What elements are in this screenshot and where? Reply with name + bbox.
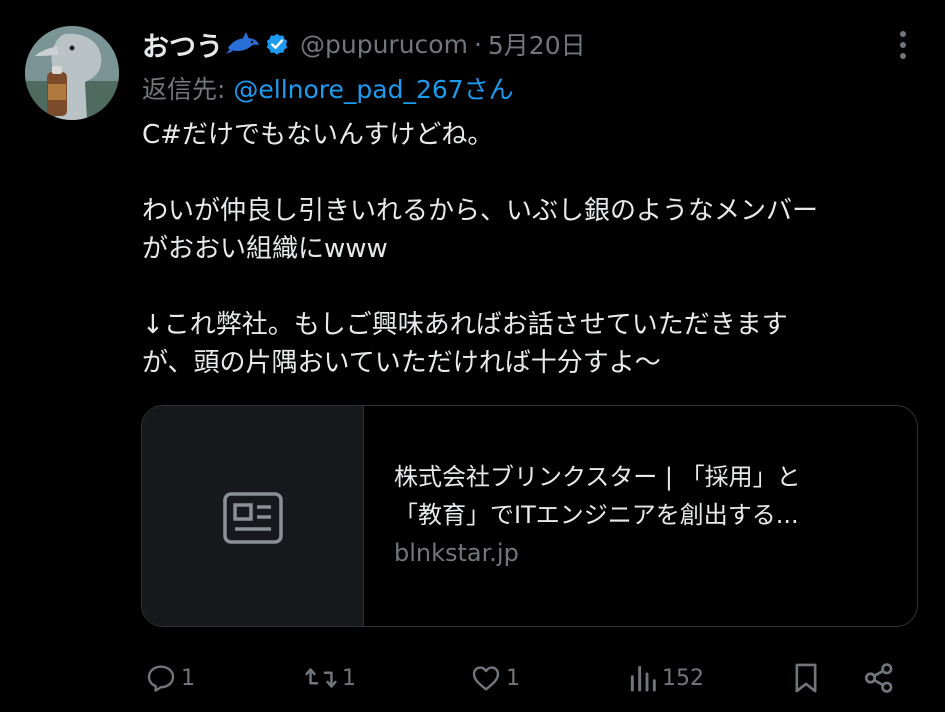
- more-options-button[interactable]: [888, 28, 918, 62]
- card-title-line: 株式会社ブリンクスター | 「採用」と: [394, 463, 801, 491]
- card-domain: blnkstar.jp: [394, 539, 519, 567]
- reply-icon: [147, 665, 175, 692]
- tweet-text-line: がおおい組織にwww: [142, 234, 388, 264]
- avatar[interactable]: [25, 26, 119, 120]
- share-icon: [864, 663, 893, 693]
- like-button[interactable]: 1: [470, 656, 520, 700]
- tweet-header: おつう @pupurucom · 5月20日: [142, 24, 586, 64]
- tweet-text-line: が、頭の片隅おいていただければ十分すよ〜: [142, 348, 661, 378]
- card-thumbnail: [142, 406, 364, 626]
- user-handle[interactable]: @pupurucom: [300, 30, 468, 59]
- bookmark-icon: [795, 663, 817, 693]
- dolphin-emoji-icon: [225, 30, 261, 58]
- views-button[interactable]: 152: [628, 656, 704, 700]
- reply-prefix: 返信先:: [142, 75, 234, 104]
- views-chart-icon: [630, 665, 656, 692]
- article-icon: [223, 492, 283, 544]
- link-card[interactable]: 株式会社ブリンクスター | 「採用」と 「教育」でITエンジニアを創出する...…: [141, 405, 918, 627]
- reply-button[interactable]: 1: [145, 656, 195, 700]
- repost-button[interactable]: 1: [304, 656, 356, 700]
- tweet-date[interactable]: 5月20日: [488, 26, 586, 62]
- repost-icon: [305, 668, 337, 688]
- display-name[interactable]: おつう: [142, 25, 223, 64]
- bookmark-button[interactable]: [790, 656, 822, 700]
- action-bar: 1 1 1 152: [0, 656, 945, 700]
- card-body: 株式会社ブリンクスター | 「採用」と 「教育」でITエンジニアを創出する...…: [394, 458, 904, 572]
- verified-badge-icon: [264, 31, 290, 57]
- more-icon: [900, 31, 906, 59]
- like-count: 1: [506, 665, 520, 691]
- tweet-text-line: ↓これ弊社。もしご興味あればお話させていただきます: [142, 310, 788, 340]
- reply-context: 返信先: @ellnore_pad_267さん: [142, 70, 514, 106]
- separator-dot: ·: [473, 29, 482, 59]
- tweet-text-line: わいが仲良し引きいれるから、いぶし銀のようなメンバー: [142, 196, 819, 226]
- repost-count: 1: [342, 665, 356, 691]
- reply-count: 1: [181, 665, 195, 691]
- heart-icon: [472, 666, 500, 691]
- tweet-text: C#だけでもないんすけどね。 わいが仲良し引きいれるから、いぶし銀のようなメンバ…: [142, 116, 932, 382]
- tweet: おつう @pupurucom · 5月20日 返信先: @ellnore_pad…: [0, 0, 945, 712]
- dolphin-avatar-image: [25, 26, 119, 120]
- view-count: 152: [662, 665, 704, 691]
- card-title-line: 「教育」でITエンジニアを創出する...: [394, 501, 799, 529]
- reply-mention-link[interactable]: @ellnore_pad_267さん: [233, 75, 513, 104]
- tweet-text-line: C#だけでもないんすけどね。: [142, 120, 494, 150]
- share-button[interactable]: [862, 656, 896, 700]
